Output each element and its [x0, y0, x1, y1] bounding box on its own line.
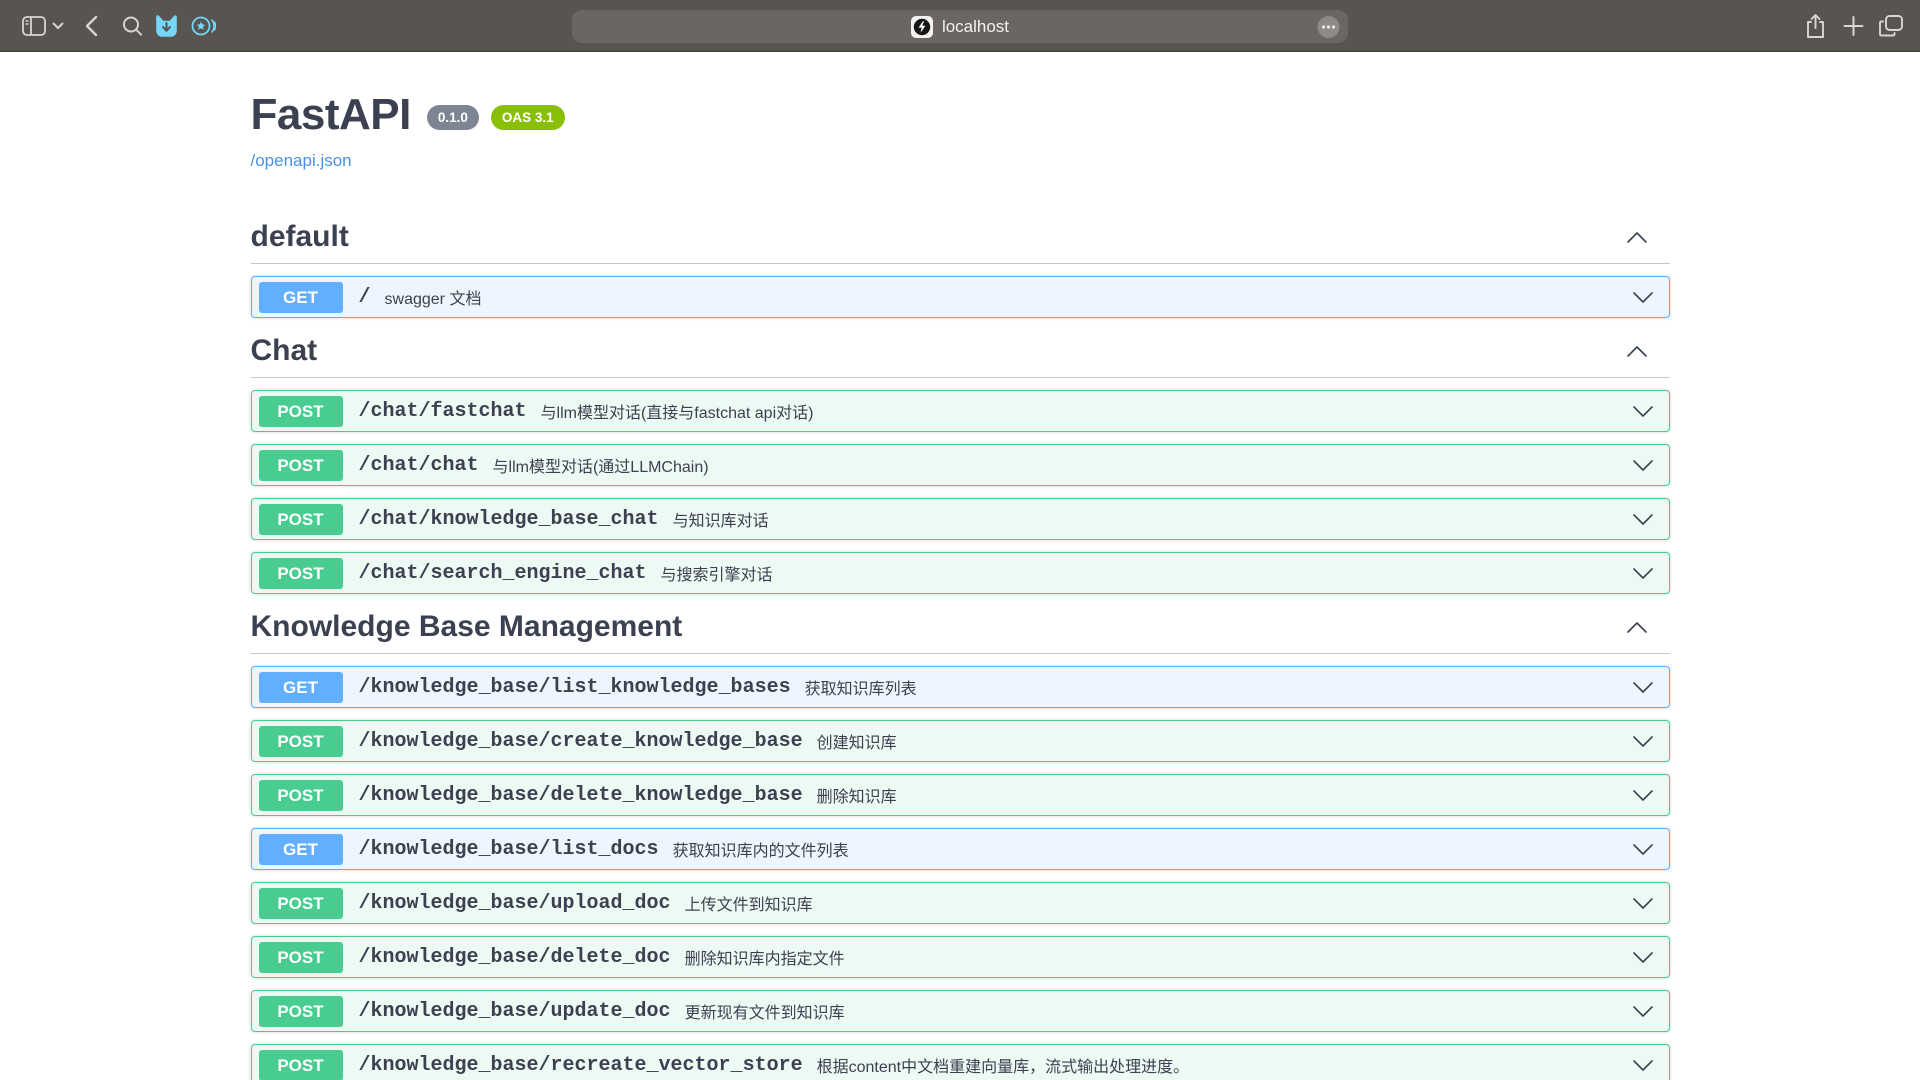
- chevron-up-icon[interactable]: [1626, 231, 1648, 244]
- endpoint-row-delete-knowledge-base[interactable]: POST /knowledge_base/delete_knowledge_ba…: [251, 774, 1670, 816]
- endpoint-summary: 创建知识库: [817, 729, 1632, 753]
- extension-rings-icon[interactable]: [191, 15, 216, 37]
- method-badge: POST: [259, 780, 343, 811]
- section-title: Chat: [251, 333, 1626, 369]
- new-tab-icon[interactable]: [1843, 15, 1864, 36]
- chevron-up-icon[interactable]: [1626, 621, 1648, 634]
- chevron-down-icon[interactable]: [52, 22, 64, 30]
- endpoint-summary: swagger 文档: [385, 285, 1632, 309]
- chevron-down-icon[interactable]: [1632, 735, 1654, 748]
- endpoint-summary: 与搜索引擎对话: [661, 561, 1632, 585]
- endpoint-path: /chat/fastchat: [359, 400, 527, 423]
- method-badge: POST: [259, 504, 343, 535]
- method-badge: GET: [259, 672, 343, 703]
- endpoint-path: /knowledge_base/upload_doc: [359, 892, 671, 915]
- address-url: localhost: [942, 17, 1009, 37]
- section-title: default: [251, 219, 1626, 255]
- endpoint-summary: 删除知识库: [817, 783, 1632, 807]
- chevron-down-icon[interactable]: [1632, 789, 1654, 802]
- endpoint-path: /knowledge_base/create_knowledge_base: [359, 730, 803, 753]
- sidebar-toggle-icon[interactable]: [22, 16, 46, 36]
- search-icon[interactable]: [122, 15, 143, 36]
- endpoint-row-get-root[interactable]: GET / swagger 文档: [251, 276, 1670, 318]
- endpoint-path: /: [359, 286, 371, 309]
- back-icon[interactable]: [85, 15, 98, 37]
- endpoint-path: /knowledge_base/list_docs: [359, 838, 659, 861]
- section-title: Knowledge Base Management: [251, 609, 1626, 645]
- openapi-spec-link[interactable]: /openapi.json: [251, 151, 352, 171]
- endpoint-row-search-engine-chat[interactable]: POST /chat/search_engine_chat 与搜索引擎对话: [251, 552, 1670, 594]
- endpoint-row-create-knowledge-base[interactable]: POST /knowledge_base/create_knowledge_ba…: [251, 720, 1670, 762]
- chevron-down-icon[interactable]: [1632, 291, 1654, 304]
- ellipsis-icon[interactable]: [1317, 15, 1340, 38]
- endpoint-path: /knowledge_base/update_doc: [359, 1000, 671, 1023]
- endpoint-row-knowledge-base-chat[interactable]: POST /chat/knowledge_base_chat 与知识库对话: [251, 498, 1670, 540]
- endpoint-row-upload-doc[interactable]: POST /knowledge_base/upload_doc 上传文件到知识库: [251, 882, 1670, 924]
- chevron-down-icon[interactable]: [1632, 951, 1654, 964]
- endpoint-path: /chat/knowledge_base_chat: [359, 508, 659, 531]
- swagger-page: FastAPI 0.1.0 OAS 3.1 /openapi.json defa…: [0, 52, 1920, 1080]
- endpoint-path: /knowledge_base/list_knowledge_bases: [359, 676, 791, 699]
- endpoint-summary: 获取知识库列表: [805, 675, 1632, 699]
- address-bar[interactable]: localhost: [572, 10, 1348, 43]
- endpoint-path: /knowledge_base/delete_knowledge_base: [359, 784, 803, 807]
- browser-toolbar: localhost: [0, 0, 1920, 52]
- endpoint-path: /chat/search_engine_chat: [359, 562, 647, 585]
- endpoint-path: /chat/chat: [359, 454, 479, 477]
- endpoint-row-chat-chat[interactable]: POST /chat/chat 与llm模型对话(通过LLMChain): [251, 444, 1670, 486]
- endpoint-row-chat-fastchat[interactable]: POST /chat/fastchat 与llm模型对话(直接与fastchat…: [251, 390, 1670, 432]
- method-badge: POST: [259, 450, 343, 481]
- method-badge: POST: [259, 558, 343, 589]
- site-favicon: [911, 16, 933, 38]
- chevron-down-icon[interactable]: [1632, 897, 1654, 910]
- chevron-down-icon[interactable]: [1632, 567, 1654, 580]
- endpoint-row-update-doc[interactable]: POST /knowledge_base/update_doc 更新现有文件到知…: [251, 990, 1670, 1032]
- method-badge: POST: [259, 942, 343, 973]
- page-title: FastAPI: [251, 88, 411, 142]
- endpoint-summary: 与llm模型对话(通过LLMChain): [493, 453, 1632, 477]
- endpoint-summary: 与知识库对话: [673, 507, 1632, 531]
- method-badge: GET: [259, 282, 343, 313]
- version-badge: 0.1.0: [427, 105, 479, 130]
- extension-bookmark-icon[interactable]: [155, 14, 178, 38]
- chevron-down-icon[interactable]: [1632, 513, 1654, 526]
- section-header-default[interactable]: default: [251, 219, 1670, 264]
- endpoint-summary: 上传文件到知识库: [685, 891, 1632, 915]
- endpoint-path: /knowledge_base/delete_doc: [359, 946, 671, 969]
- chevron-up-icon[interactable]: [1626, 345, 1648, 358]
- chevron-down-icon[interactable]: [1632, 843, 1654, 856]
- oas-badge: OAS 3.1: [491, 105, 565, 130]
- share-icon[interactable]: [1805, 13, 1826, 39]
- api-title-block: FastAPI 0.1.0 OAS 3.1: [251, 88, 1670, 142]
- endpoint-summary: 删除知识库内指定文件: [685, 945, 1632, 969]
- method-badge: POST: [259, 396, 343, 427]
- endpoint-summary: 与llm模型对话(直接与fastchat api对话): [541, 399, 1632, 423]
- chevron-down-icon[interactable]: [1632, 405, 1654, 418]
- section-header-chat[interactable]: Chat: [251, 333, 1670, 378]
- endpoint-row-list-knowledge-bases[interactable]: GET /knowledge_base/list_knowledge_bases…: [251, 666, 1670, 708]
- chevron-down-icon[interactable]: [1632, 1005, 1654, 1018]
- method-badge: POST: [259, 726, 343, 757]
- tab-overview-icon[interactable]: [1879, 15, 1903, 37]
- endpoint-row-delete-doc[interactable]: POST /knowledge_base/delete_doc 删除知识库内指定…: [251, 936, 1670, 978]
- method-badge: POST: [259, 996, 343, 1027]
- chevron-down-icon[interactable]: [1632, 459, 1654, 472]
- method-badge: POST: [259, 888, 343, 919]
- section-header-knowledge-base[interactable]: Knowledge Base Management: [251, 609, 1670, 654]
- endpoint-row-recreate-vector-store[interactable]: POST /knowledge_base/recreate_vector_sto…: [251, 1044, 1670, 1080]
- endpoint-summary: 更新现有文件到知识库: [685, 999, 1632, 1023]
- chevron-down-icon[interactable]: [1632, 681, 1654, 694]
- chevron-down-icon[interactable]: [1632, 1059, 1654, 1072]
- endpoint-path: /knowledge_base/recreate_vector_store: [359, 1054, 803, 1077]
- method-badge: GET: [259, 834, 343, 865]
- method-badge: POST: [259, 1050, 343, 1080]
- endpoint-summary: 根据content中文档重建向量库，流式输出处理进度。: [817, 1053, 1632, 1077]
- endpoint-summary: 获取知识库内的文件列表: [673, 837, 1632, 861]
- endpoint-row-list-docs[interactable]: GET /knowledge_base/list_docs 获取知识库内的文件列…: [251, 828, 1670, 870]
